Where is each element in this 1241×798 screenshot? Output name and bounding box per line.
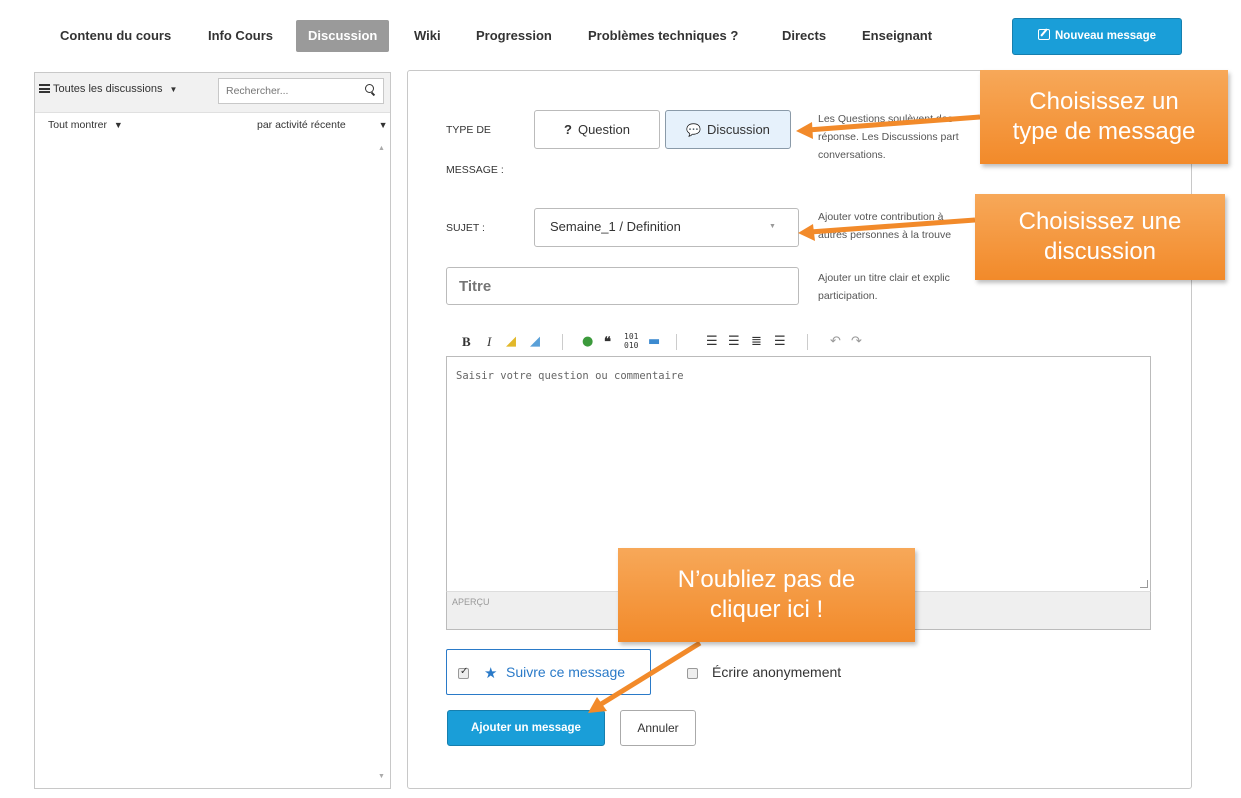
scroll-down-arrow[interactable]: ▼ — [378, 773, 385, 780]
discussion-sidebar: Toutes les discussions ▼ Tout montrer ▼ … — [34, 72, 391, 789]
callout-line: type de message — [1012, 118, 1196, 145]
question-label: Question — [577, 122, 630, 137]
chat-icon: 💬 — [686, 123, 702, 137]
type-label-line1: TYPE DE — [446, 124, 491, 136]
search-icon[interactable] — [365, 84, 374, 93]
tab-problemes-techniques[interactable]: Problèmes techniques ? — [576, 20, 750, 52]
caret-down-icon: ▼ — [113, 120, 123, 130]
tab-wiki[interactable]: Wiki — [402, 20, 453, 52]
search-input[interactable] — [218, 78, 384, 104]
bulleted-list-icon[interactable]: ☰ — [728, 334, 740, 350]
horizontal-rule-icon[interactable]: ☰ — [774, 334, 786, 350]
new-message-button[interactable]: Nouveau message — [1012, 18, 1182, 55]
question-type-button[interactable]: ? Question — [534, 110, 660, 149]
caret-down-icon: ▼ — [378, 120, 388, 130]
question-icon: ? — [564, 122, 572, 137]
star-icon: ★ — [484, 664, 498, 682]
scroll-up-arrow[interactable]: ▲ — [378, 145, 385, 152]
code-icon[interactable]: 101 010 — [624, 332, 638, 350]
cancel-button[interactable]: Annuler — [620, 710, 696, 746]
tab-discussion[interactable]: Discussion — [296, 20, 390, 52]
editor-placeholder: Saisir votre question ou commentaire — [456, 370, 684, 382]
resize-handle[interactable] — [1140, 580, 1148, 588]
discussion-type-button[interactable]: 💬 Discussion — [665, 110, 791, 149]
toolbar-divider — [562, 334, 563, 350]
quote-icon[interactable]: ❝ — [604, 334, 611, 350]
new-message-label: Nouveau message — [1055, 30, 1156, 42]
type-help-line: Les Questions soulèvent des — [818, 113, 953, 125]
undo-icon[interactable]: ↶ — [830, 334, 841, 350]
callout-click-here: N’oubliez pas de cliquer ici ! — [618, 548, 915, 642]
menu-icon — [39, 84, 50, 93]
redo-icon[interactable]: ↷ — [851, 334, 862, 350]
follow-label: Suivre ce message — [506, 664, 626, 680]
tab-directs[interactable]: Directs — [770, 20, 838, 52]
callout-line: discussion — [1043, 238, 1157, 265]
edit-icon — [1038, 29, 1050, 40]
numbered-list-icon[interactable]: ☰ — [706, 334, 718, 350]
tab-progression[interactable]: Progression — [464, 20, 564, 52]
type-help-line: conversations. — [818, 149, 886, 161]
type-help-text: Les Questions soulèvent des réponse. Les… — [818, 110, 959, 164]
highlight-icon[interactable]: ◢ — [506, 334, 516, 350]
all-discussions-label: Toutes les discussions — [53, 83, 163, 95]
clear-format-icon[interactable]: ◢ — [530, 334, 540, 350]
caret-down-icon: ▼ — [769, 223, 776, 230]
heading-icon[interactable]: ≣ — [751, 334, 762, 350]
type-help-line: réponse. Les Discussions part — [818, 131, 959, 143]
title-help-line: participation. — [818, 290, 878, 302]
title-help-line: Ajouter un titre clair et explic — [818, 272, 950, 284]
subject-help-line: Ajouter votre contribution à — [818, 211, 944, 223]
subject-select[interactable]: Semaine_1 / Definition — [534, 208, 799, 247]
callout-choose-type: Choisissez un type de message — [980, 70, 1228, 164]
italic-button[interactable]: I — [487, 334, 491, 350]
toolbar-divider — [807, 334, 808, 350]
tab-info-cours[interactable]: Info Cours — [196, 20, 285, 52]
toolbar-divider — [676, 334, 677, 350]
tab-enseignant[interactable]: Enseignant — [850, 20, 944, 52]
preview-label: APERÇU — [452, 597, 490, 607]
caret-down-icon: ▼ — [169, 85, 178, 94]
title-input[interactable] — [446, 267, 799, 305]
link-icon[interactable]: ● — [582, 334, 593, 350]
all-discussions-menu[interactable]: Toutes les discussions ▼ — [39, 83, 177, 95]
anonymous-label: Écrire anonymement — [712, 664, 842, 680]
subject-label: SUJET : — [446, 222, 485, 234]
bold-button[interactable]: B — [462, 334, 471, 350]
show-filter-label: Tout montrer — [48, 119, 107, 131]
title-help-text: Ajouter un titre clair et explic partici… — [818, 269, 950, 305]
tab-contenu-du-cours[interactable]: Contenu du cours — [48, 20, 183, 52]
callout-line: Choisissez une — [1018, 208, 1182, 235]
image-icon[interactable]: ▬ — [648, 334, 660, 350]
callout-choose-discussion: Choisissez une discussion — [975, 194, 1225, 280]
follow-checkbox[interactable] — [458, 666, 469, 679]
callout-line: cliquer ici ! — [709, 596, 824, 623]
subject-help-line: autres personnes à la trouve — [818, 229, 952, 241]
course-navigation: Contenu du cours Info Cours Discussion W… — [0, 0, 1241, 70]
sort-filter-label: par activité récente — [257, 119, 346, 131]
type-label-line2: MESSAGE : — [446, 164, 504, 176]
discussion-label: Discussion — [707, 122, 770, 137]
subject-help-text: Ajouter votre contribution à autres pers… — [818, 208, 951, 244]
anonymous-checkbox[interactable] — [687, 668, 698, 679]
sort-filter[interactable]: par activité récente ▼ — [257, 119, 388, 131]
callout-line: Choisissez un — [1029, 88, 1179, 115]
add-message-button[interactable]: Ajouter un message — [447, 710, 605, 746]
callout-line: N’oubliez pas de — [677, 566, 856, 593]
sidebar-header: Toutes les discussions ▼ — [35, 73, 390, 113]
show-filter[interactable]: Tout montrer ▼ — [48, 119, 123, 131]
